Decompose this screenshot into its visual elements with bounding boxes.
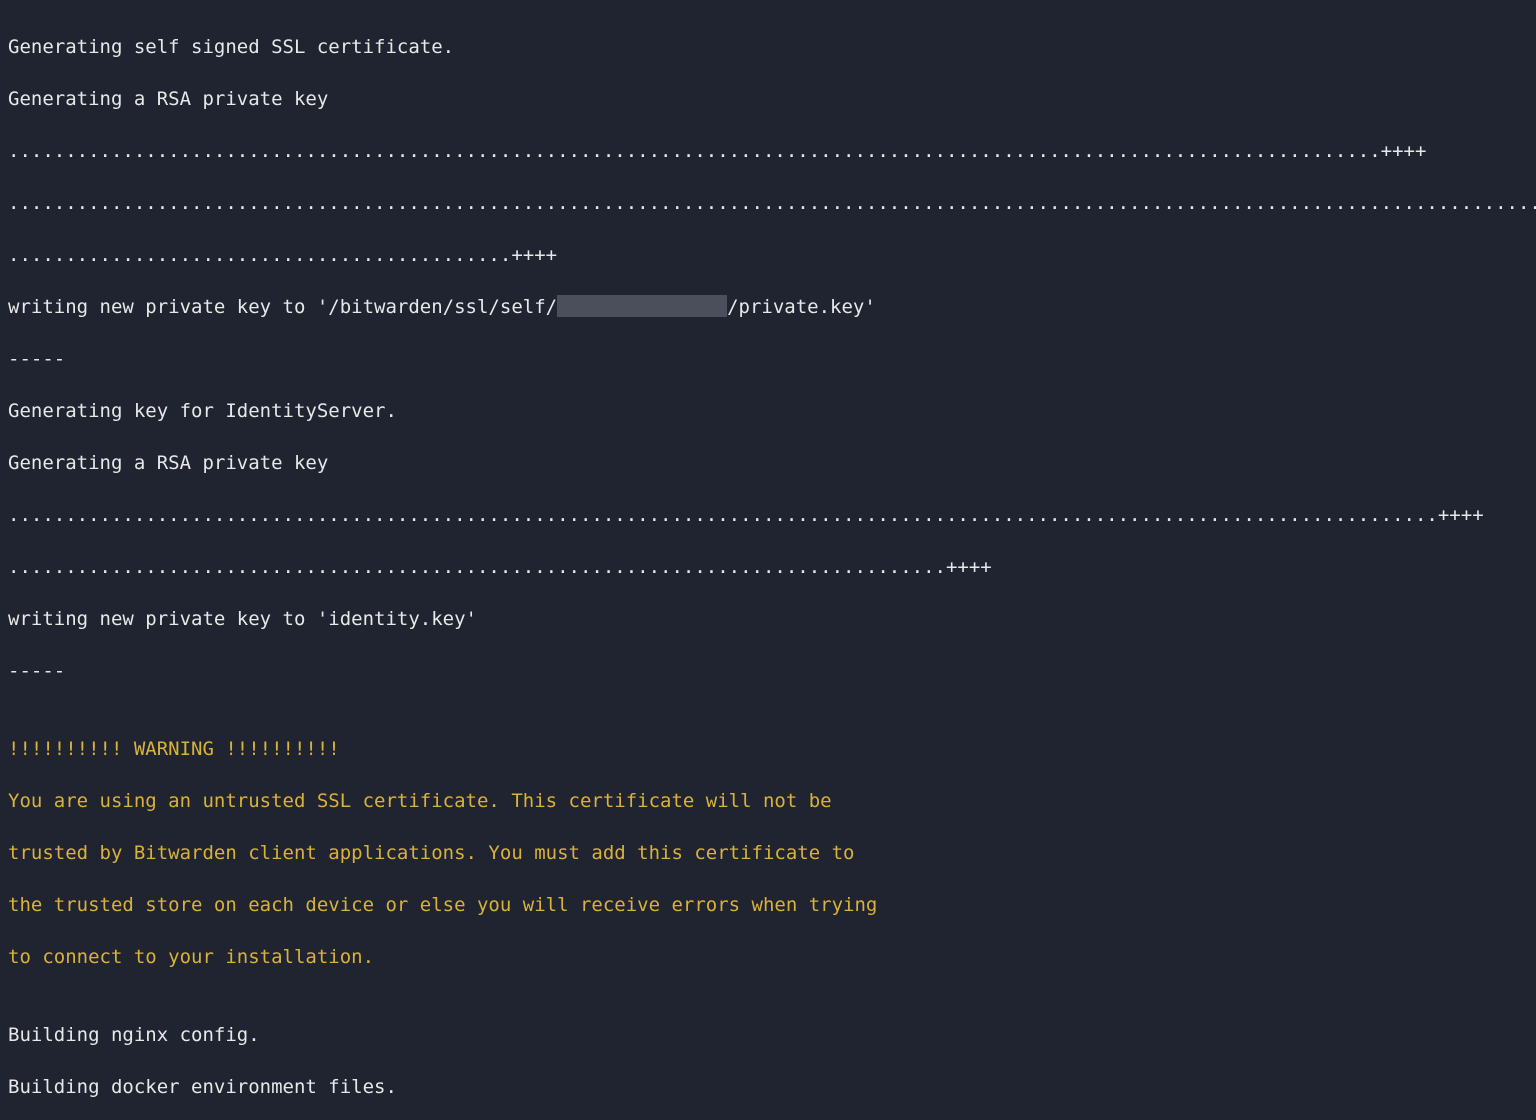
output-line: ........................................… [8, 138, 1528, 164]
output-line: ----- [8, 346, 1528, 372]
output-line: Generating a RSA private key [8, 86, 1528, 112]
warning-line: !!!!!!!!!! WARNING !!!!!!!!!! [8, 736, 1528, 762]
warning-line: the trusted store on each device or else… [8, 892, 1528, 918]
output-line: writing new private key to 'identity.key… [8, 606, 1528, 632]
warning-line: trusted by Bitwarden client applications… [8, 840, 1528, 866]
output-line: ........................................… [8, 554, 1528, 580]
output-line: ----- [8, 658, 1528, 684]
output-line: Generating key for IdentityServer. [8, 398, 1528, 424]
output-line: writing new private key to '/bitwarden/s… [8, 294, 1528, 320]
redacted-block [557, 295, 727, 317]
terminal-output[interactable]: Generating self signed SSL certificate. … [0, 0, 1536, 1120]
warning-line: You are using an untrusted SSL certifica… [8, 788, 1528, 814]
output-line: ........................................… [8, 502, 1528, 528]
output-line: Building nginx config. [8, 1022, 1528, 1048]
output-text: writing new private key to '/bitwarden/s… [8, 296, 557, 318]
output-line: Generating self signed SSL certificate. [8, 34, 1528, 60]
warning-line: to connect to your installation. [8, 944, 1528, 970]
output-line: ........................................… [8, 190, 1528, 216]
output-line: Building docker environment files. [8, 1074, 1528, 1100]
output-line: ........................................… [8, 242, 1528, 268]
output-text: /private.key' [727, 296, 876, 318]
output-line: Generating a RSA private key [8, 450, 1528, 476]
